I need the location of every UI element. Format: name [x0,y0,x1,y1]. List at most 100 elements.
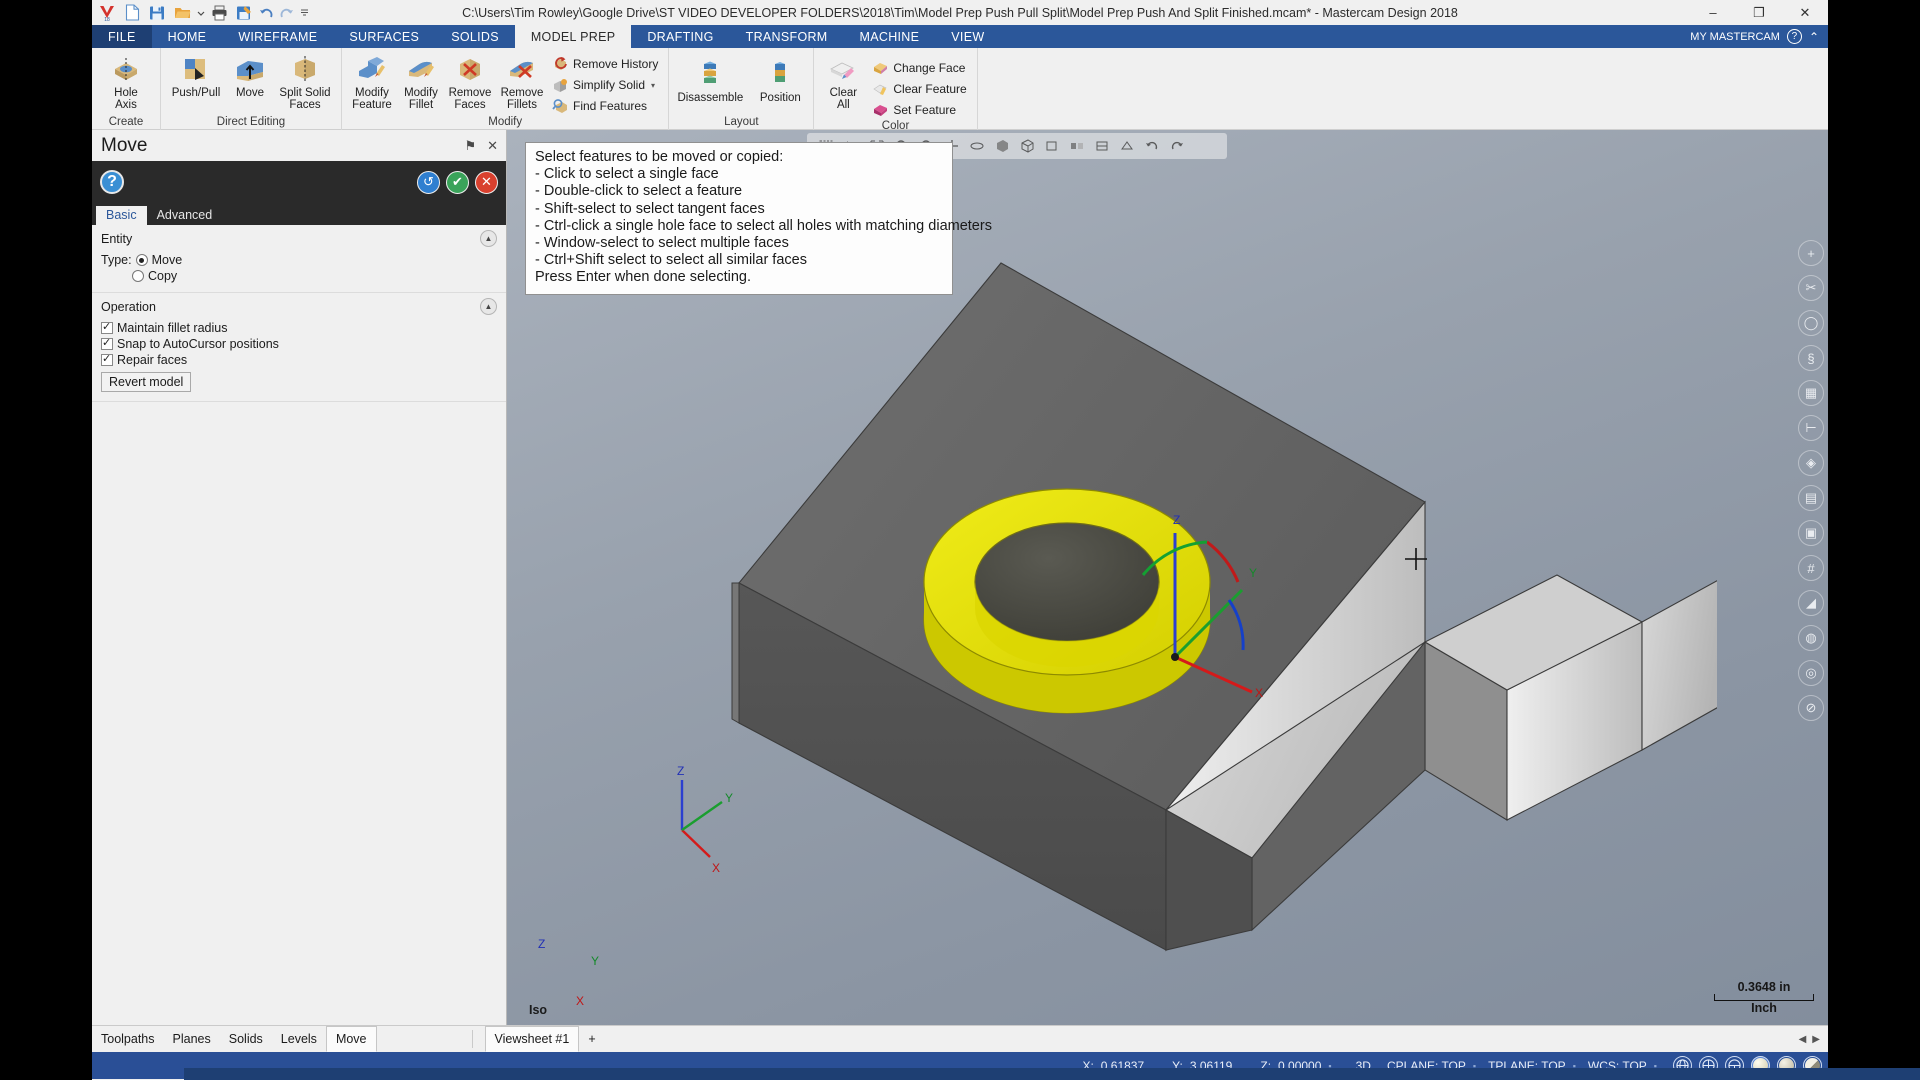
push-pull-button[interactable]: Push/Pull [166,52,226,102]
remove-fillets-button[interactable]: Remove Fillets [497,52,547,114]
svg-text:X: X [712,861,720,875]
operation-collapse-icon[interactable]: ▲ [480,298,497,315]
bottom-tab-move[interactable]: Move [325,1026,377,1052]
checkbox-maintain-fillet-radius[interactable] [101,320,113,334]
quick-access-toolbar: 18 [92,3,310,23]
customize-qat-icon[interactable] [298,3,310,23]
taskbar [184,1068,1920,1080]
checkbox-repair-faces[interactable] [101,352,113,366]
layers-icon[interactable]: ▤ [1798,485,1824,511]
save-icon[interactable] [146,3,168,23]
ribbon-tab-machine[interactable]: MACHINE [844,25,936,48]
position-button[interactable]: Position [752,57,808,107]
reselect-button[interactable]: ↺ [417,170,440,194]
print-icon[interactable] [208,3,230,23]
find-features-button[interactable]: Find Features [549,96,663,116]
ok-button[interactable]: ✔ [446,170,469,194]
chart-icon[interactable]: ◢ [1798,590,1824,616]
open-dropdown-icon[interactable] [196,3,205,23]
simplify-solid-button[interactable]: Simplify Solid ▾ [549,75,663,95]
radio-move[interactable] [135,254,148,266]
measure-icon[interactable]: ⊢ [1798,415,1824,441]
cancel-button[interactable]: ✕ [475,170,498,194]
spiral-icon[interactable]: § [1798,345,1824,371]
disassemble-icon [694,60,726,90]
help-icon[interactable]: ? [1786,29,1802,44]
entity-collapse-icon[interactable]: ▲ [480,230,497,247]
clear-all-button[interactable]: Clear All [819,52,867,114]
ribbon-tab-file[interactable]: FILE [92,25,152,48]
open-folder-icon[interactable] [171,3,193,23]
redo-icon[interactable] [278,3,295,23]
disassemble-button[interactable]: Disassemble [674,57,746,107]
set-feature-label: Set Feature [893,103,957,117]
save-as-icon[interactable] [233,3,255,23]
svg-text:Y: Y [1249,566,1257,580]
add-viewsheet-button[interactable]: + [579,1026,604,1052]
ribbon-tab-home[interactable]: HOME [152,25,223,48]
ribbon-group-layout: Disassemble Position Layout [669,48,815,130]
graphics-viewport[interactable]: + ✂ ◯ § ▦ ⊢ ◈ ▤ ▣ # ◢ ◍ ◎ ⊘ Z X Y Z Y X … [507,130,1828,1025]
viewsheet-tab[interactable]: Viewsheet #1 [484,1026,580,1052]
remove-history-button[interactable]: Remove History [549,54,663,74]
modify-fillet-button[interactable]: Modify Fillet [399,52,443,114]
change-face-button[interactable]: Change Face [869,58,971,78]
push-pull-label: Push/Pull [171,87,221,99]
my-mastercam-label[interactable]: MY MASTERCAM [1690,31,1780,43]
new-file-icon[interactable] [121,3,143,23]
circle-icon[interactable]: ◯ [1798,310,1824,336]
no-entry-icon[interactable]: ⊘ [1798,695,1824,721]
cut-icon[interactable]: ✂ [1798,275,1824,301]
ribbon-tab-transform[interactable]: TRANSFORM [730,25,844,48]
undo-icon[interactable] [258,3,275,23]
move-button[interactable]: Move [228,52,272,102]
ribbon-tab-surfaces[interactable]: SURFACES [333,25,435,48]
ribbon-tab-wireframe[interactable]: WIREFRAME [222,25,333,48]
checkbox-snap-autocursor[interactable] [101,336,113,350]
compare-icon[interactable]: ◈ [1798,450,1824,476]
hole-axis-button[interactable]: Hole Axis [97,52,155,114]
remove-faces-button[interactable]: Remove Faces [445,52,495,114]
move-panel: Move ⚑ ✕ ? ↺ ✔ ✕ Basic Advanced Entity ▲… [92,130,507,1025]
modify-feature-button[interactable]: Modify Feature [347,52,397,114]
bottom-tab-solids[interactable]: Solids [220,1026,272,1052]
ribbon-tab-view[interactable]: VIEW [935,25,1000,48]
pin-icon[interactable]: ⚑ [464,138,476,154]
set-feature-button[interactable]: Set Feature [869,100,971,120]
close-button[interactable]: ✕ [1782,0,1828,25]
ribbon-tab-solids[interactable]: SOLIDS [435,25,515,48]
maximize-button[interactable]: ❐ [1736,0,1782,25]
viewsheet-next-icon[interactable]: ▶ [1812,1034,1820,1045]
remove-faces-label: Remove Faces [448,87,492,111]
bottom-tab-toolpaths[interactable]: Toolpaths [92,1026,164,1052]
revert-model-button[interactable]: Revert model [101,372,192,392]
split-solid-faces-button[interactable]: Split Solid Faces [274,52,336,114]
mastercam-logo-icon[interactable]: 18 [96,3,118,23]
minimize-button[interactable]: – [1690,0,1736,25]
position-label: Position [759,92,801,104]
simplify-solid-dropdown-icon[interactable]: ▾ [651,81,655,90]
close-panel-icon[interactable]: ✕ [487,138,498,154]
target-icon[interactable]: ◎ [1798,660,1824,686]
checkbox-snap-autocursor-label: Snap to AutoCursor positions [117,337,279,351]
box-icon[interactable]: ▦ [1798,380,1824,406]
scale-bar [1714,994,1814,1001]
globe-icon[interactable]: ◍ [1798,625,1824,651]
add-view-icon[interactable]: + [1798,240,1824,266]
tab-basic[interactable]: Basic [96,206,147,225]
viewsheet-prev-icon[interactable]: ◀ [1799,1034,1807,1045]
tab-advanced[interactable]: Advanced [147,206,223,225]
panel-help-icon[interactable]: ? [100,170,124,194]
window-controls: – ❐ ✕ [1690,0,1828,25]
clear-feature-button[interactable]: Clear Feature [869,79,971,99]
ribbon-tab-drafting[interactable]: DRAFTING [631,25,729,48]
bottom-tab-planes[interactable]: Planes [164,1026,220,1052]
clear-feature-label: Clear Feature [893,82,967,96]
stack-icon[interactable]: ▣ [1798,520,1824,546]
collapse-ribbon-icon[interactable]: ⌃ [1809,30,1819,44]
bottom-tab-levels[interactable]: Levels [272,1026,326,1052]
grid-icon[interactable]: # [1798,555,1824,581]
radio-copy[interactable] [132,270,144,282]
ribbon-tab-model-prep[interactable]: MODEL PREP [514,25,632,48]
move-panel-tabs: Basic Advanced [92,203,506,225]
